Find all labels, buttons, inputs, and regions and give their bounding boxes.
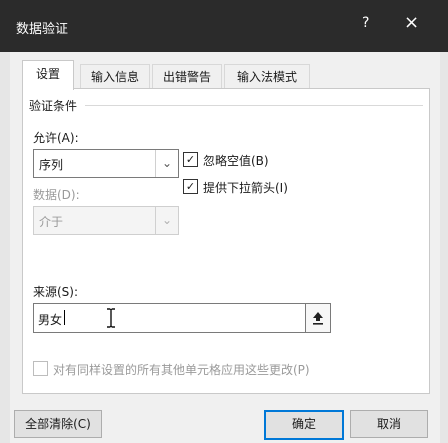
allow-value: 序列 [39, 158, 64, 172]
in-cell-dropdown-label: 提供下拉箭头(I) [203, 181, 288, 195]
settings-panel: 验证条件 允许(A): 序列 ⌄ 数据(D): 介于 ⌄ ✓ 忽略空值(B) ✓… [22, 88, 430, 394]
close-button[interactable]: × [404, 12, 419, 33]
source-label: 来源(S): [33, 285, 79, 299]
source-input[interactable]: 男女 [33, 303, 319, 333]
group-divider [85, 105, 423, 106]
apply-all-label: 对有同样设置的所有其他单元格应用这些更改(P) [53, 363, 310, 377]
data-combobox: 介于 ⌄ [33, 206, 179, 235]
text-caret [64, 310, 65, 325]
i-beam-cursor-icon [107, 308, 115, 328]
clear-all-button[interactable]: 全部清除(C) [14, 410, 102, 438]
tab-error-alert[interactable]: 出错警告 [152, 64, 222, 89]
validation-criteria-label: 验证条件 [29, 99, 78, 113]
ok-button[interactable]: 确定 [264, 410, 344, 440]
chevron-down-icon: ⌄ [155, 207, 178, 234]
chevron-down-icon: ⌄ [155, 150, 178, 177]
tab-settings[interactable]: 设置 [22, 60, 74, 90]
dialog-title: 数据验证 [16, 22, 69, 37]
help-button[interactable]: ? [362, 15, 369, 31]
ignore-blank-label: 忽略空值(B) [203, 154, 269, 168]
allow-combobox[interactable]: 序列 ⌄ [33, 149, 179, 178]
collapse-dialog-button[interactable] [305, 303, 331, 333]
allow-label: 允许(A): [33, 131, 79, 145]
source-value: 男女 [38, 313, 63, 327]
data-value: 介于 [39, 215, 64, 229]
tab-input-message[interactable]: 输入信息 [80, 64, 150, 89]
tab-ime-mode[interactable]: 输入法模式 [224, 64, 310, 89]
checkbox-box [33, 361, 48, 376]
check-icon: ✓ [183, 152, 198, 167]
data-label: 数据(D): [33, 188, 80, 202]
cancel-button[interactable]: 取消 [350, 410, 428, 438]
title-bar: 数据验证 ? × [0, 0, 448, 52]
dialog-body: 设置 输入信息 出错警告 输入法模式 验证条件 允许(A): 序列 ⌄ 数据(D… [10, 52, 440, 443]
collapse-dialog-icon [313, 312, 323, 325]
check-icon: ✓ [183, 179, 198, 194]
